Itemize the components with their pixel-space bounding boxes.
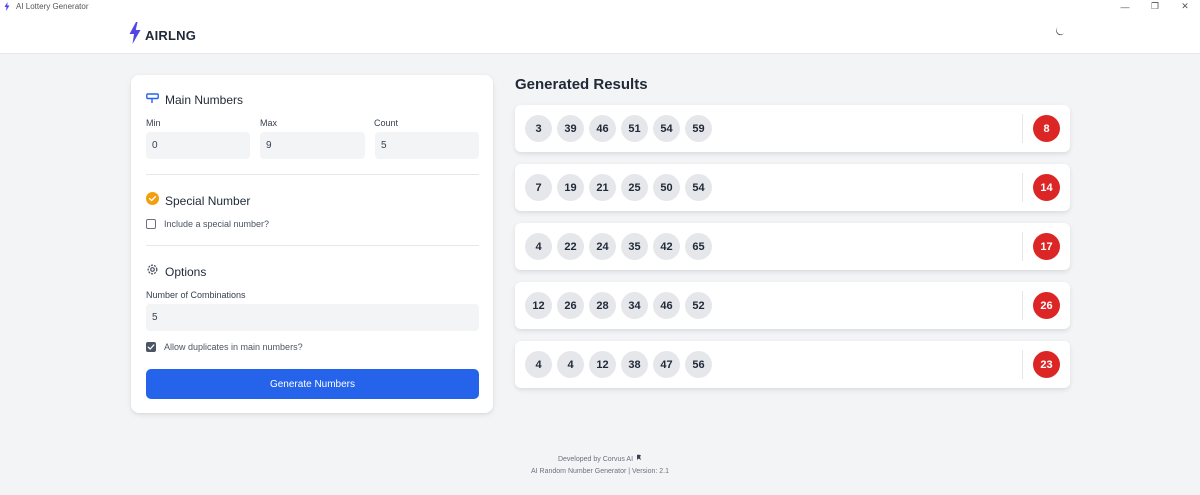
- min-label: Min: [146, 118, 161, 128]
- ruler-icon: [146, 91, 159, 109]
- gear-icon: [146, 263, 159, 281]
- window-title: AI Lottery Generator: [16, 2, 89, 11]
- row-separator: [1022, 291, 1023, 320]
- row-separator: [1022, 173, 1023, 202]
- main-number-balls: 4 4 12 38 47 56: [525, 351, 712, 378]
- number-ball: 3: [525, 115, 552, 142]
- number-ball: 42: [653, 233, 680, 260]
- theme-toggle-button[interactable]: [1050, 24, 1068, 42]
- number-ball: 4: [525, 351, 552, 378]
- count-label: Count: [374, 118, 399, 128]
- special-number-header: Special Number: [146, 192, 250, 210]
- row-separator: [1022, 114, 1023, 143]
- main-number-balls: 7 19 21 25 50 54: [525, 174, 712, 201]
- number-ball: 26: [557, 292, 584, 319]
- number-ball: 38: [621, 351, 648, 378]
- settings-panel: Main Numbers Min Max Count 0 9 5 Special…: [131, 75, 493, 413]
- number-ball: 4: [525, 233, 552, 260]
- special-number-ball: 8: [1033, 115, 1060, 142]
- brand-name: AIRLNG: [145, 28, 197, 43]
- footer-version: AI Random Number Generator | Version: 2.…: [531, 468, 669, 475]
- include-special-label: Include a special number?: [164, 219, 270, 229]
- number-ball: 19: [557, 174, 584, 201]
- lightning-icon: [4, 2, 12, 12]
- close-button[interactable]: ✕: [1170, 0, 1200, 13]
- minimize-button[interactable]: —: [1110, 0, 1140, 13]
- max-input[interactable]: 9: [260, 132, 365, 159]
- count-input[interactable]: 5: [375, 132, 479, 159]
- number-ball: 65: [685, 233, 712, 260]
- number-ball: 25: [621, 174, 648, 201]
- result-row: 3 39 46 51 54 59 8: [515, 105, 1070, 152]
- number-ball: 51: [621, 115, 648, 142]
- number-ball: 59: [685, 115, 712, 142]
- lightning-icon: [129, 22, 141, 49]
- number-ball: 52: [685, 292, 712, 319]
- number-ball: 21: [589, 174, 616, 201]
- footer-credit-text: Developed by Corvus AI: [557, 456, 634, 463]
- result-row: 4 22 24 35 42 65 17: [515, 223, 1070, 270]
- window-titlebar: AI Lottery Generator — ❐ ✕: [0, 0, 1200, 13]
- number-ball: 28: [589, 292, 616, 319]
- divider: [146, 245, 479, 246]
- max-label: Max: [260, 118, 278, 128]
- restore-button[interactable]: ❐: [1140, 0, 1170, 13]
- options-header: Options: [146, 263, 206, 281]
- app-header: AIRLNG: [0, 13, 1200, 54]
- number-ball: 54: [653, 115, 680, 142]
- special-number-ball: 14: [1033, 174, 1060, 201]
- special-number-title: Special Number: [165, 194, 251, 208]
- number-ball: 12: [589, 351, 616, 378]
- main-number-balls: 12 26 28 34 46 52: [525, 292, 712, 319]
- number-ball: 34: [621, 292, 648, 319]
- allow-duplicates-checkbox-row[interactable]: Allow duplicates in main numbers?: [146, 342, 303, 352]
- result-row: 12 26 28 34 46 52 26: [515, 282, 1070, 329]
- options-title: Options: [165, 265, 207, 279]
- number-ball: 4: [557, 351, 584, 378]
- main-number-balls: 4 22 24 35 42 65: [525, 233, 712, 260]
- include-special-checkbox[interactable]: [146, 219, 156, 229]
- number-ball: 50: [653, 174, 680, 201]
- number-ball: 35: [621, 233, 648, 260]
- divider: [146, 174, 479, 175]
- number-ball: 39: [557, 115, 584, 142]
- window-controls: — ❐ ✕: [1110, 0, 1200, 13]
- footer-credit: Developed by Corvus AI: [0, 454, 1200, 466]
- results-title: Generated Results: [515, 76, 648, 93]
- number-ball: 7: [525, 174, 552, 201]
- special-number-ball: 26: [1033, 292, 1060, 319]
- number-ball: 47: [653, 351, 680, 378]
- row-separator: [1022, 232, 1023, 261]
- brand[interactable]: AIRLNG: [129, 22, 196, 49]
- combinations-label: Number of Combinations: [146, 290, 246, 300]
- allow-duplicates-checkbox[interactable]: [146, 342, 156, 352]
- main-number-balls: 3 39 46 51 54 59: [525, 115, 712, 142]
- include-special-checkbox-row[interactable]: Include a special number?: [146, 219, 269, 229]
- number-ball: 54: [685, 174, 712, 201]
- number-ball: 56: [685, 351, 712, 378]
- main-numbers-header: Main Numbers: [146, 91, 243, 109]
- result-row: 4 4 12 38 47 56 23: [515, 341, 1070, 388]
- combinations-input[interactable]: 5: [146, 304, 479, 331]
- number-ball: 46: [653, 292, 680, 319]
- check-circle-icon: [146, 192, 159, 210]
- generate-numbers-button[interactable]: Generate Numbers: [146, 369, 479, 399]
- special-number-ball: 23: [1033, 351, 1060, 378]
- allow-duplicates-label: Allow duplicates in main numbers?: [164, 342, 303, 352]
- row-separator: [1022, 350, 1023, 379]
- number-ball: 24: [589, 233, 616, 260]
- moon-icon: [1054, 24, 1065, 42]
- result-row: 7 19 21 25 50 54 14: [515, 164, 1070, 211]
- number-ball: 46: [589, 115, 616, 142]
- number-ball: 12: [525, 292, 552, 319]
- main-numbers-title: Main Numbers: [165, 93, 244, 107]
- number-ball: 22: [557, 233, 584, 260]
- special-number-ball: 17: [1033, 233, 1060, 260]
- min-input[interactable]: 0: [146, 132, 250, 159]
- bird-icon: [636, 454, 642, 466]
- footer: Developed by Corvus AI AI Random Number …: [0, 454, 1200, 478]
